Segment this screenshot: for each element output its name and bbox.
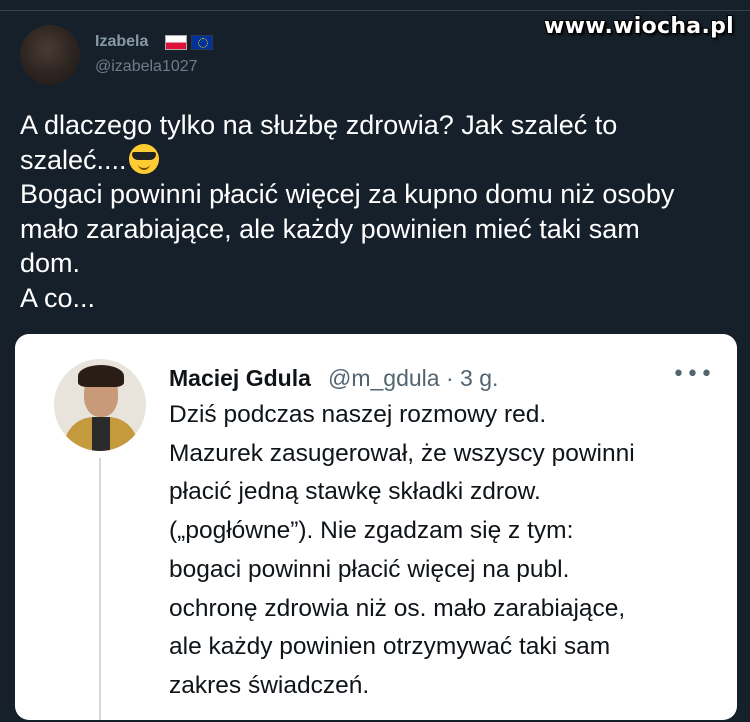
tweet-text: A dlaczego tylko na służbę zdrowia? Jak … — [20, 108, 732, 315]
tweet-line: A co... — [20, 282, 96, 313]
avatar-shirt — [92, 417, 110, 451]
author-name[interactable]: Izabela — [95, 33, 148, 51]
tweet-line: Bogaci powinni płacić więcej za kupno do… — [20, 179, 675, 209]
quoted-handle-time[interactable]: @m_gdula · 3 g. — [328, 365, 498, 392]
sunglasses-emoji-icon — [128, 143, 159, 174]
quoted-line: ochronę zdrowia niż os. mało zarabiające… — [169, 594, 626, 622]
thread-line — [99, 458, 101, 720]
quoted-line: Dziś podczas naszej rozmowy red. — [169, 401, 547, 428]
watermark: www.wiocha.pl — [544, 14, 734, 39]
quoted-line: bogaci powinni płacić więcej na publ. — [169, 555, 570, 583]
tweet-line: mało zarabiające, ale każdy powinien mie… — [20, 213, 640, 244]
poland-flag-icon — [165, 35, 187, 50]
tweet-line-text: szaleć.... — [20, 144, 127, 175]
quoted-tweet-card[interactable]: Maciej Gdula @m_gdula · 3 g. ••• Dziś po… — [15, 334, 737, 720]
quoted-line: zakres świadczeń. — [169, 671, 370, 699]
quoted-line: Mazurek zasugerował, że wszyscy powinni — [169, 439, 635, 467]
quoted-author-name[interactable]: Maciej Gdula — [169, 365, 311, 392]
tweet-line: szaleć.... — [20, 143, 732, 178]
quoted-tweet-text: Dziś podczas naszej rozmowy red. Mazurek… — [169, 396, 729, 706]
quoted-line: płacić jedną stawkę składki zdrow. — [169, 478, 541, 506]
quoted-line: („pogłówne”). Nie zgadzam się z tym: — [169, 517, 574, 545]
author-flags — [165, 35, 213, 50]
quoted-line: ale każdy powinien otrzymywać taki sam — [169, 633, 611, 661]
more-options-icon[interactable]: ••• — [672, 362, 714, 387]
tweet-line: A dlaczego tylko na służbę zdrowia? Jak … — [20, 110, 618, 140]
tweet-line: dom. — [20, 248, 81, 278]
quoted-avatar[interactable] — [54, 359, 146, 451]
author-handle[interactable]: @izabela1027 — [95, 58, 198, 76]
eu-flag-icon — [191, 35, 213, 50]
avatar-hair — [78, 365, 124, 387]
avatar[interactable] — [20, 25, 80, 85]
top-divider — [0, 10, 750, 11]
